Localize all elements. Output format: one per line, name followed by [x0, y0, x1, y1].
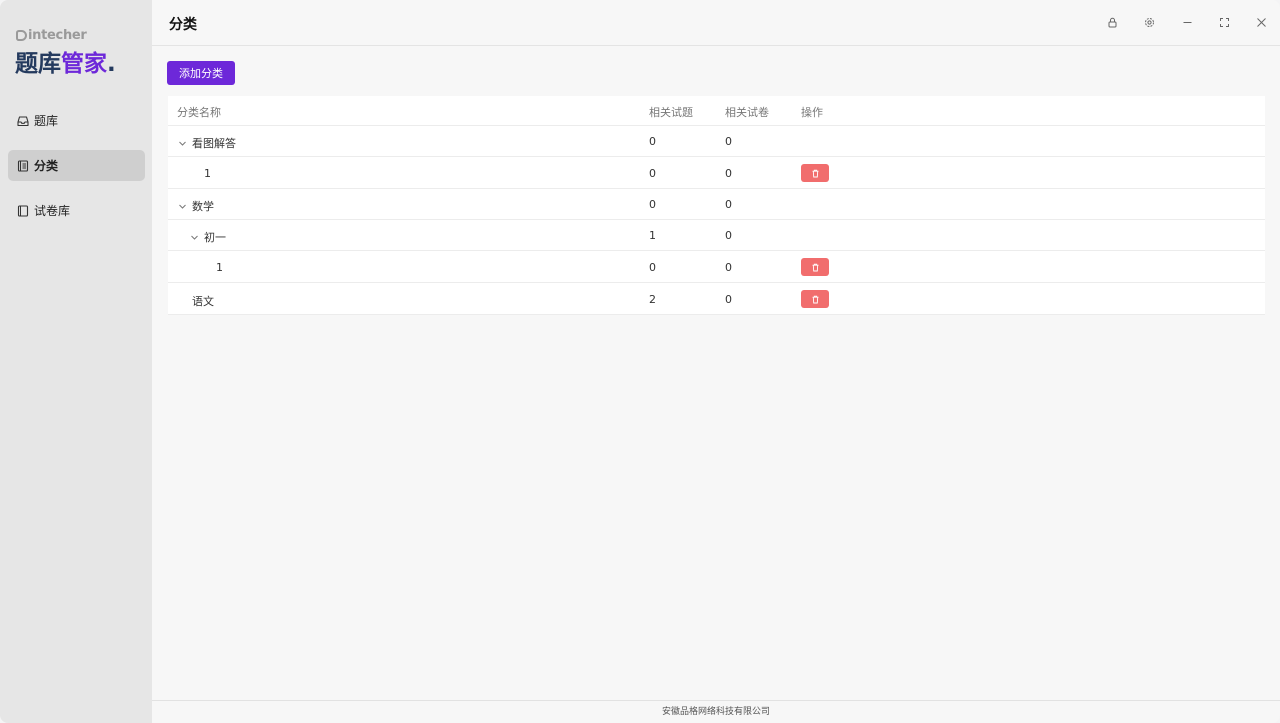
paper-count: 0 [725, 261, 732, 274]
main-content: 添加分类 分类名称 相关试题 相关试卷 操作 看图解答 0 0 1 0 0 数学… [152, 46, 1280, 700]
category-name-cell: 1 [216, 261, 223, 274]
delete-button[interactable] [801, 258, 829, 276]
app-title-dot: . [107, 51, 116, 77]
book-icon [17, 204, 29, 217]
question-count: 0 [649, 135, 656, 148]
minimize-button[interactable] [1180, 15, 1194, 29]
category-name-cell: 看图解答 [177, 135, 236, 151]
column-header-name: 分类名称 [177, 106, 221, 119]
table-row: 1 0 0 [168, 157, 1265, 189]
maximize-icon [1219, 17, 1229, 27]
chevron-down-icon[interactable] [177, 138, 187, 148]
category-name-cell: 语文 [192, 293, 214, 309]
column-header-questions: 相关试题 [649, 106, 693, 119]
close-icon [1256, 17, 1266, 27]
brand-logo: intecher [16, 28, 87, 43]
maximize-button[interactable] [1217, 15, 1231, 29]
question-count: 0 [649, 261, 656, 274]
category-name: 看图解答 [192, 137, 236, 150]
table-header: 分类名称 相关试题 相关试卷 操作 [168, 96, 1265, 126]
paper-count: 0 [725, 135, 732, 148]
category-name: 1 [216, 261, 223, 274]
chevron-down-icon[interactable] [177, 201, 187, 211]
column-header-papers: 相关试卷 [725, 106, 769, 119]
app-title: 题库管家. [15, 44, 116, 78]
paper-count: 0 [725, 167, 732, 180]
sidebar-item-label: 试卷库 [34, 204, 71, 218]
question-count: 2 [649, 293, 656, 306]
app-title-accent: 管家 [61, 51, 107, 77]
sidebar-item-category[interactable]: 分类 [8, 150, 145, 181]
question-count: 1 [649, 229, 656, 242]
table-row: 语文 2 0 [168, 283, 1265, 315]
settings-icon [1144, 17, 1154, 27]
category-name: 1 [204, 167, 211, 180]
category-name: 数学 [192, 200, 214, 213]
delete-button[interactable] [801, 164, 829, 182]
column-header-actions: 操作 [801, 106, 823, 119]
sidebar-item-label: 题库 [34, 114, 59, 128]
add-category-button[interactable]: 添加分类 [167, 61, 235, 85]
inbox-icon [17, 115, 29, 127]
sidebar-item-question-bank[interactable]: 题库 [8, 105, 145, 136]
brand-mark-icon [16, 30, 27, 41]
minimize-icon [1183, 21, 1191, 23]
trash-icon [812, 169, 818, 177]
category-table: 分类名称 相关试题 相关试卷 操作 看图解答 0 0 1 0 0 数学 0 0 … [168, 96, 1265, 315]
app-title-main: 题库 [15, 51, 61, 77]
category-name-cell: 1 [204, 167, 211, 180]
category-name: 语文 [192, 295, 214, 308]
table-row: 看图解答 0 0 [168, 126, 1265, 157]
category-name-cell: 初一 [189, 229, 226, 245]
title-bar: 分类 [152, 0, 1280, 46]
close-button[interactable] [1254, 15, 1268, 29]
sidebar-item-label: 分类 [34, 159, 59, 173]
delete-button[interactable] [801, 290, 829, 308]
sidebar: intecher 题库管家. 题库 分类 试卷库 [0, 0, 152, 723]
page-title: 分类 [169, 17, 197, 33]
table-row: 初一 1 0 [168, 220, 1265, 251]
footer: 安徽品格网络科技有限公司 [152, 700, 1280, 723]
trash-icon [812, 263, 818, 271]
company-name: 安徽品格网络科技有限公司 [661, 707, 770, 717]
paper-count: 0 [725, 293, 732, 306]
paper-count: 0 [725, 229, 732, 242]
app-window: intecher 题库管家. 题库 分类 试卷库 分类 添加分类 分类名称 相关… [0, 0, 1280, 723]
lock-icon [1108, 17, 1116, 27]
question-count: 0 [649, 198, 656, 211]
settings-button[interactable] [1142, 15, 1156, 29]
chevron-down-icon[interactable] [189, 232, 199, 242]
category-name: 初一 [204, 231, 226, 244]
brand-name: intecher [28, 28, 87, 43]
document-list-icon [17, 159, 29, 172]
table-row: 数学 0 0 [168, 189, 1265, 220]
lock-button[interactable] [1105, 15, 1119, 29]
question-count: 0 [649, 167, 656, 180]
sidebar-item-paper-library[interactable]: 试卷库 [8, 195, 145, 226]
table-row: 1 0 0 [168, 251, 1265, 283]
category-name-cell: 数学 [177, 198, 214, 214]
trash-icon [812, 295, 818, 303]
paper-count: 0 [725, 198, 732, 211]
